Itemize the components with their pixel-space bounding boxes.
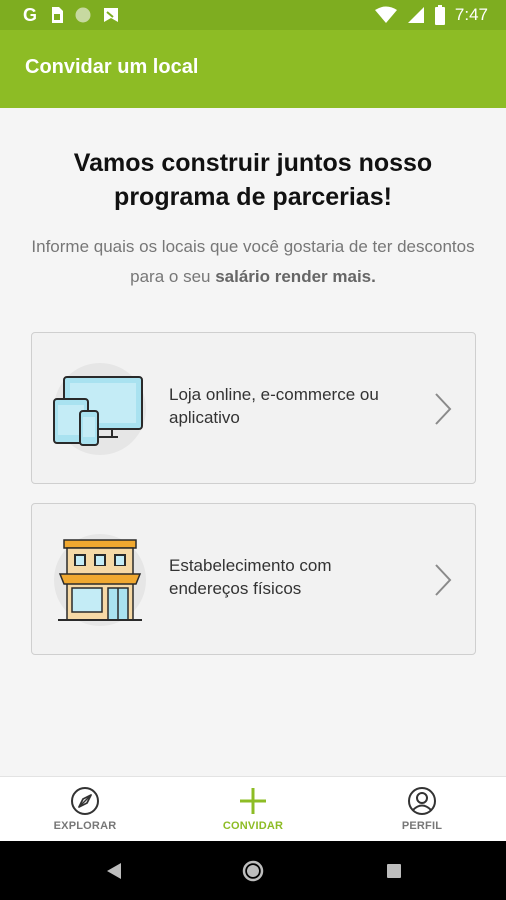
bottom-nav: EXPLORAR CONVIDAR PERFIL xyxy=(0,776,506,841)
sim-card-icon xyxy=(52,7,63,23)
subtitle-bold: salário render mais. xyxy=(215,267,376,286)
recent-apps-icon[interactable] xyxy=(383,860,405,882)
nav-item-explorar[interactable]: EXPLORAR xyxy=(25,777,145,842)
subtitle: Informe quais os locais que você gostari… xyxy=(30,232,476,292)
back-icon[interactable] xyxy=(103,860,125,882)
headline: Vamos construir juntos nosso programa de… xyxy=(73,149,433,211)
system-nav-bar xyxy=(0,841,506,900)
google-icon: G xyxy=(23,5,37,25)
battery-icon xyxy=(434,5,445,25)
wifi-icon xyxy=(374,6,397,23)
chevron-right-icon xyxy=(435,393,452,425)
circle-icon xyxy=(75,7,91,23)
nav-label: EXPLORAR xyxy=(53,820,117,832)
option-card-online-store[interactable]: Loja online, e-commerce ou aplicativo xyxy=(31,332,476,484)
signal-icon xyxy=(407,7,424,23)
compass-icon xyxy=(71,787,99,815)
nav-item-convidar[interactable]: CONVIDAR xyxy=(193,777,313,842)
devices-icon xyxy=(53,363,146,455)
status-bar: G 7:47 xyxy=(0,0,506,30)
nav-label: PERFIL xyxy=(401,820,443,832)
nav-item-perfil[interactable]: PERFIL xyxy=(362,777,482,842)
nav-label: CONVIDAR xyxy=(222,820,284,832)
option-label: Loja online, e-commerce ou aplicativo xyxy=(169,385,379,427)
status-time: 7:47 xyxy=(454,5,488,24)
option-label: Estabelecimento com endereços físicos xyxy=(169,556,332,598)
status-left-icons: G xyxy=(22,5,120,25)
status-right-icons: 7:47 xyxy=(374,5,488,25)
home-icon[interactable] xyxy=(242,860,264,882)
plus-icon xyxy=(240,788,266,814)
option-card-physical-store[interactable]: Estabelecimento com endereços físicos xyxy=(31,503,476,655)
app-bar: Convidar um local xyxy=(0,30,506,108)
flag-icon xyxy=(104,8,118,22)
main-content: Vamos construir juntos nosso programa de… xyxy=(0,108,506,776)
storefront-icon xyxy=(54,534,146,626)
page-title: Convidar um local xyxy=(25,56,199,78)
chevron-right-icon xyxy=(435,564,452,596)
profile-icon xyxy=(408,787,436,815)
svg-text:G: G xyxy=(23,5,37,25)
